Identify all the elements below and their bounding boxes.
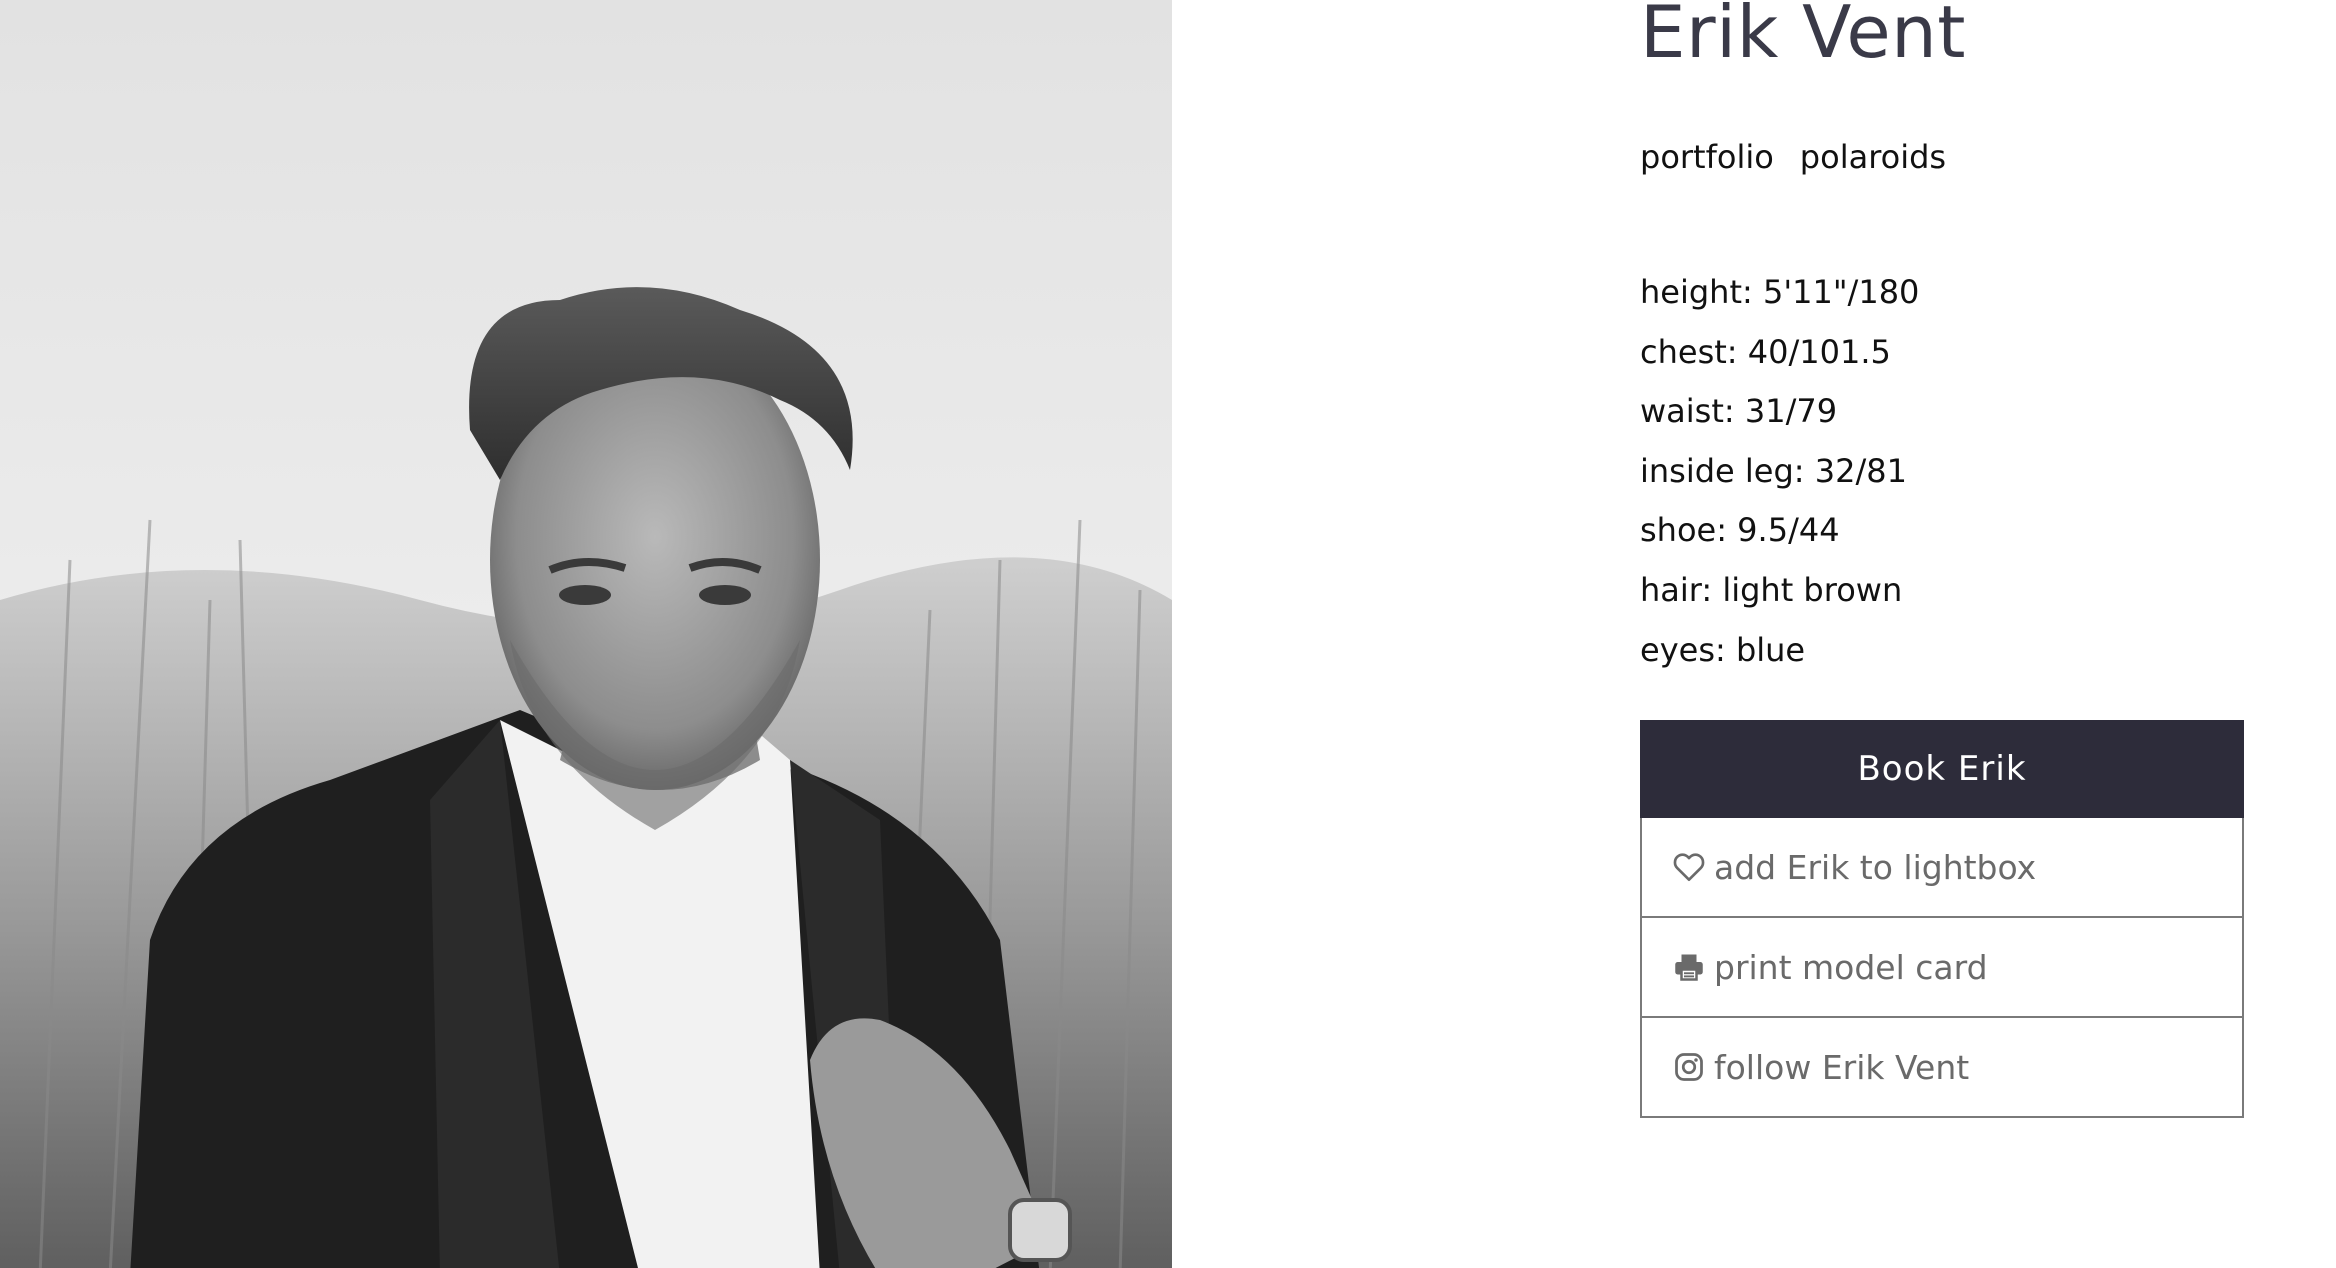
print-model-card-button[interactable]: print model card [1640, 918, 2244, 1018]
heart-icon [1672, 850, 1706, 884]
follow-instagram-label: follow Erik Vent [1714, 1047, 1970, 1087]
book-button-label: Book Erik [1857, 749, 2027, 789]
stat-chest: chest: 40/101.5 [1640, 332, 1891, 371]
tab-portfolio[interactable]: portfolio [1640, 138, 1774, 176]
book-button[interactable]: Book Erik [1640, 720, 2244, 818]
gallery-tabs: portfolio polaroids [1640, 138, 1946, 176]
stat-inside-leg: inside leg: 32/81 [1640, 451, 1907, 490]
instagram-icon [1672, 1050, 1706, 1084]
add-to-lightbox-button[interactable]: add Erik to lightbox [1640, 818, 2244, 918]
stat-shoe: shoe: 9.5/44 [1640, 511, 1840, 550]
stat-waist: waist: 31/79 [1640, 392, 1838, 431]
stat-eyes: eyes: blue [1640, 630, 1806, 669]
measurements-list: height: 5'11"/180 chest: 40/101.5 waist:… [1640, 270, 1919, 687]
stat-height: height: 5'11"/180 [1640, 273, 1920, 311]
stat-hair: hair: light brown [1640, 570, 1903, 609]
printer-icon [1672, 950, 1706, 984]
model-name: Erik Vent [1640, 0, 1967, 74]
add-to-lightbox-label: add Erik to lightbox [1714, 847, 2037, 887]
model-actions: Book Erik add Erik to lightbox print mod… [1640, 720, 2244, 1118]
model-profile-page: Erik Vent portfolio polaroids height: 5'… [0, 0, 2336, 1268]
follow-instagram-button[interactable]: follow Erik Vent [1640, 1018, 2244, 1118]
tab-polaroids[interactable]: polaroids [1800, 138, 1946, 176]
portrait-illustration [0, 0, 1172, 1268]
print-model-card-label: print model card [1714, 947, 1988, 987]
model-photo [0, 0, 1172, 1268]
